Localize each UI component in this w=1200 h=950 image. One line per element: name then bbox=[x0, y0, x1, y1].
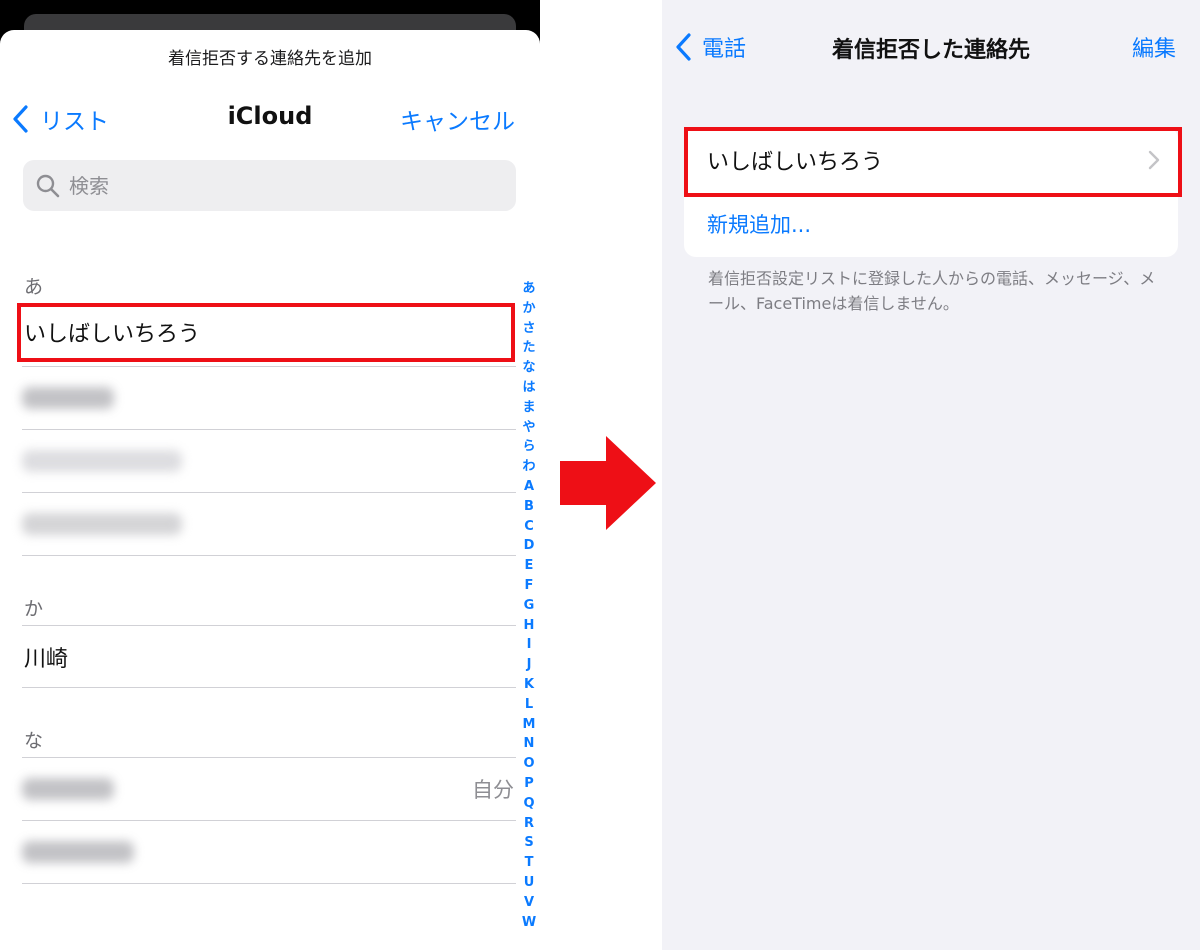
row-separator bbox=[22, 687, 516, 688]
index-letter[interactable]: O bbox=[519, 754, 539, 774]
back-label: 電話 bbox=[702, 37, 747, 62]
contact-row-kawasaki[interactable]: 川崎 bbox=[22, 626, 516, 688]
index-letter[interactable]: L bbox=[519, 695, 539, 715]
index-letter[interactable]: V bbox=[519, 893, 539, 913]
index-letter[interactable]: Q bbox=[519, 794, 539, 814]
index-letter[interactable]: I bbox=[519, 635, 539, 655]
back-label: リスト bbox=[40, 109, 109, 135]
blurred-contact-name bbox=[22, 841, 134, 863]
index-letter[interactable]: G bbox=[519, 596, 539, 616]
row-separator bbox=[22, 555, 516, 556]
blurred-contact-name bbox=[22, 450, 182, 472]
section-header-a: あ bbox=[24, 276, 44, 298]
blocked-contact-row[interactable]: いしばしいちろう bbox=[684, 127, 1178, 193]
chevron-left-icon bbox=[13, 105, 28, 133]
index-letter[interactable]: F bbox=[519, 576, 539, 596]
contact-row-blurred[interactable] bbox=[22, 821, 516, 883]
contact-row-ishibashi[interactable]: いしばしいちろう bbox=[22, 301, 516, 363]
search-input[interactable] bbox=[67, 172, 491, 199]
index-letter[interactable]: H bbox=[519, 616, 539, 636]
index-letter[interactable]: は bbox=[519, 378, 539, 398]
index-letter[interactable]: わ bbox=[519, 457, 539, 477]
row-separator bbox=[22, 883, 516, 884]
index-letter[interactable]: た bbox=[519, 338, 539, 358]
chevron-right-icon bbox=[1148, 150, 1160, 170]
footer-note: 着信拒否設定リストに登録した人からの電話、メッセージ、メール、FaceTimeは… bbox=[708, 269, 1156, 313]
blocked-list-card: いしばしいちろう 新規追加... bbox=[684, 127, 1178, 257]
add-new-button[interactable]: 新規追加... bbox=[707, 209, 811, 239]
contact-row-blurred[interactable] bbox=[22, 493, 516, 555]
index-letter[interactable]: ら bbox=[519, 437, 539, 457]
search-bar[interactable] bbox=[23, 160, 516, 211]
back-button[interactable]: リスト bbox=[10, 102, 109, 136]
section-header-ka: か bbox=[24, 598, 44, 620]
index-letter[interactable]: J bbox=[519, 655, 539, 675]
cancel-button[interactable]: キャンセル bbox=[400, 102, 515, 136]
section-header-na: な bbox=[24, 730, 44, 752]
contact-row-blurred[interactable] bbox=[22, 367, 516, 429]
index-letter[interactable]: P bbox=[519, 774, 539, 794]
index-letter[interactable]: あ bbox=[519, 279, 539, 299]
self-badge: 自分 bbox=[472, 778, 514, 802]
contact-name: 川崎 bbox=[24, 647, 69, 672]
index-letter[interactable]: S bbox=[519, 833, 539, 853]
index-letter[interactable]: E bbox=[519, 556, 539, 576]
arrow-right-icon bbox=[560, 436, 656, 530]
add-blocked-contact-screen: 着信拒否する連絡先を追加 リスト iCloud キャンセル あ いしばしいちろう bbox=[0, 0, 540, 950]
edit-button[interactable]: 編集 bbox=[1132, 31, 1176, 63]
contact-name: いしばしいちろう bbox=[24, 322, 201, 347]
section-index[interactable]: あかさたなはまやらわABCDEFGHIJKLMNOPQRSTUVW bbox=[519, 279, 539, 932]
index-letter[interactable]: か bbox=[519, 299, 539, 319]
blocked-contact-name: いしばしいちろう bbox=[707, 150, 884, 175]
index-letter[interactable]: B bbox=[519, 497, 539, 517]
index-letter[interactable]: K bbox=[519, 675, 539, 695]
blurred-contact-name bbox=[22, 513, 182, 535]
index-letter[interactable]: A bbox=[519, 477, 539, 497]
index-letter[interactable]: R bbox=[519, 814, 539, 834]
index-letter[interactable]: ま bbox=[519, 398, 539, 418]
back-button[interactable]: 電話 bbox=[674, 31, 746, 63]
blurred-contact-name bbox=[22, 387, 114, 409]
sheet-title: 着信拒否する連絡先を追加 bbox=[168, 49, 372, 69]
index-letter[interactable]: D bbox=[519, 536, 539, 556]
index-letter[interactable]: T bbox=[519, 853, 539, 873]
index-letter[interactable]: さ bbox=[519, 319, 539, 339]
index-letter[interactable]: や bbox=[519, 418, 539, 438]
index-letter[interactable]: U bbox=[519, 873, 539, 893]
row-separator bbox=[706, 193, 1178, 194]
contact-row-blurred[interactable] bbox=[22, 430, 516, 492]
index-letter[interactable]: W bbox=[519, 913, 539, 933]
chevron-left-icon bbox=[676, 33, 691, 61]
contact-row-self[interactable]: 自分 bbox=[22, 758, 516, 820]
index-letter[interactable]: N bbox=[519, 734, 539, 754]
index-letter[interactable]: M bbox=[519, 715, 539, 735]
index-letter[interactable]: な bbox=[519, 358, 539, 378]
blurred-contact-name bbox=[22, 778, 114, 800]
blocked-contacts-screen: 電話 着信拒否した連絡先 編集 いしばしいちろう 新規追加... 着信拒否設定リ… bbox=[662, 0, 1200, 950]
search-icon bbox=[36, 174, 60, 197]
index-letter[interactable]: C bbox=[519, 517, 539, 537]
